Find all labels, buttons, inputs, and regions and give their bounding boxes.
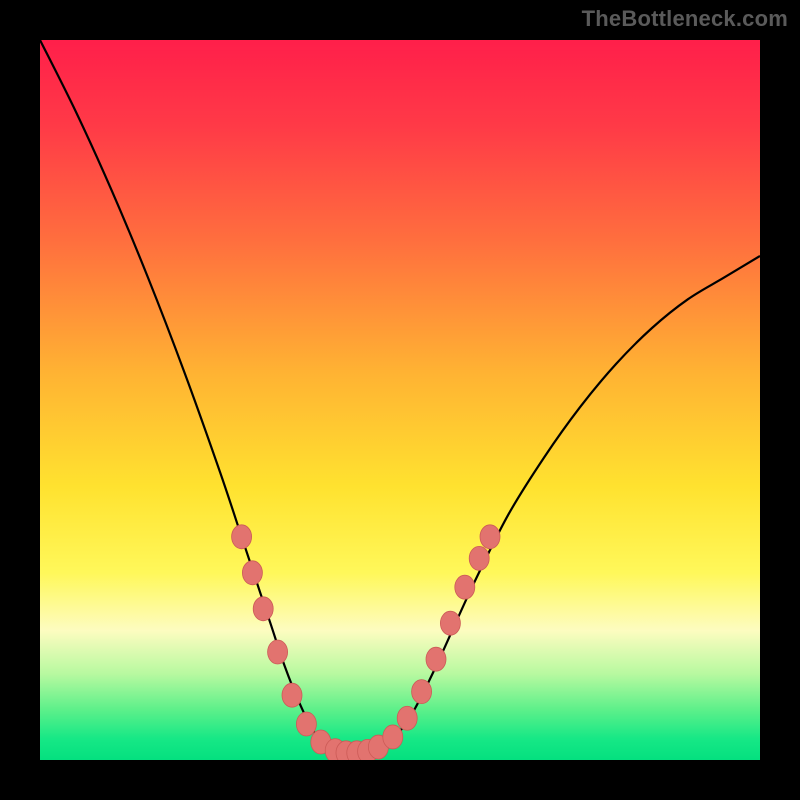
data-marker (397, 706, 417, 730)
data-marker (282, 683, 302, 707)
data-marker (480, 525, 500, 549)
data-marker (232, 525, 252, 549)
data-marker (455, 575, 475, 599)
data-marker (296, 712, 316, 736)
data-marker (469, 546, 489, 570)
data-marker (268, 640, 288, 664)
data-marker (412, 680, 432, 704)
marker-group (232, 525, 500, 760)
plot-area (40, 40, 760, 760)
chart-frame: TheBottleneck.com (0, 0, 800, 800)
data-marker (440, 611, 460, 635)
bottleneck-curve (40, 40, 760, 753)
data-marker (426, 647, 446, 671)
data-marker (242, 561, 262, 585)
curve-svg (40, 40, 760, 760)
attribution-label: TheBottleneck.com (582, 6, 788, 32)
data-marker (253, 597, 273, 621)
data-marker (383, 725, 403, 749)
